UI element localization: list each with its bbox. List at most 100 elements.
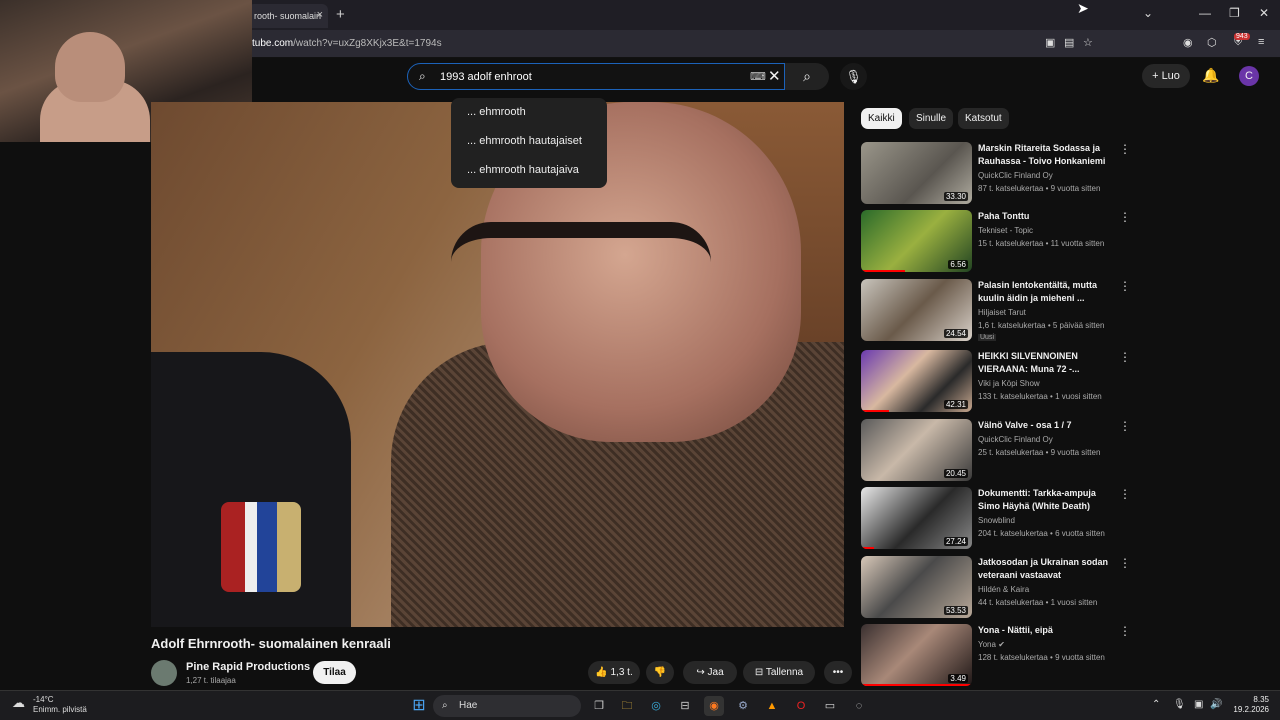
duration-badge: 42.31	[943, 400, 968, 409]
taskbar-search[interactable]: ⌕ Hae	[433, 695, 581, 717]
create-button[interactable]: + Luo	[1142, 64, 1190, 88]
search-icon: ⌕	[442, 700, 448, 711]
suggestion-item[interactable]: ... ehmrooth hautajaiset	[451, 133, 607, 162]
start-windows-icon[interactable]: ⊞	[409, 696, 429, 716]
clear-search-icon[interactable]: ✕	[768, 67, 781, 85]
channel-name[interactable]: Snowblind	[978, 516, 1015, 525]
video-thumbnail[interactable]: 27.24	[861, 487, 972, 549]
video-thumbnail[interactable]: 53.53	[861, 556, 972, 618]
obs-icon[interactable]: ◌	[849, 696, 869, 716]
video-title[interactable]: HEIKKI SILVENNOINEN VIERAANA: Muna 72 -.…	[978, 350, 1116, 376]
channel-name[interactable]: Tekniset - Topic	[978, 226, 1033, 235]
microphone-tray-icon[interactable]: 🎙	[1173, 699, 1186, 710]
browser-tab[interactable]: rooth- suomalain ×	[248, 4, 328, 28]
recommended-video[interactable]: 42.31 HEIKKI SILVENNOINEN VIERAANA: Muna…	[861, 350, 1131, 414]
minimize-button[interactable]: —	[1199, 6, 1211, 20]
chip-for-you[interactable]: Sinulle	[909, 108, 954, 129]
like-button[interactable]: 👍 1,3 t.	[588, 661, 640, 684]
task-view-icon[interactable]: ❐	[589, 696, 609, 716]
network-icon[interactable]: ▣	[1194, 699, 1203, 710]
menu-icon[interactable]: ≡	[1258, 36, 1264, 48]
keyboard-icon[interactable]: ⌨	[750, 70, 766, 83]
more-options-icon[interactable]: ⋮	[1119, 350, 1131, 364]
tab-list-icon[interactable]: ⌄	[1143, 6, 1153, 20]
steam-icon[interactable]: ⚙	[733, 696, 753, 716]
video-title[interactable]: Marskin Ritareita Sodassa ja Rauhassa - …	[978, 142, 1116, 168]
video-title[interactable]: Jatkosodan ja Ukrainan sodan veteraani v…	[978, 556, 1116, 582]
video-title[interactable]: Yona - Nättii, eipä	[978, 624, 1116, 637]
channel-name[interactable]: Hildén & Kaira	[978, 585, 1029, 594]
volume-icon[interactable]: 🔊	[1210, 699, 1222, 710]
duration-badge: 3.49	[948, 674, 968, 683]
vlc-icon[interactable]: ▲	[762, 696, 782, 716]
opera-icon[interactable]: O	[791, 696, 811, 716]
video-title[interactable]: Dokumentti: Tarkka-ampuja Simo Häyhä (Wh…	[978, 487, 1116, 513]
more-options-icon[interactable]: ⋮	[1119, 279, 1131, 293]
picture-icon[interactable]: ▣	[1045, 36, 1055, 49]
channel-avatar[interactable]	[151, 660, 177, 686]
subscribe-button[interactable]: Tilaa	[313, 661, 356, 684]
channel-name[interactable]: QuickClic Finland Oy	[978, 435, 1053, 444]
more-options-icon[interactable]: ⋮	[1119, 624, 1131, 638]
video-thumbnail[interactable]: 20.45	[861, 419, 972, 481]
tab-close-icon[interactable]: ×	[317, 9, 323, 21]
weather-widget[interactable]: ☁ -14°C Enimm. pilvistä	[12, 695, 87, 715]
channel-name[interactable]: QuickClic Finland Oy	[978, 171, 1053, 180]
video-title[interactable]: Palasin lentokentältä, mutta kuulin äidi…	[978, 279, 1116, 305]
terminal-icon[interactable]: ▭	[820, 696, 840, 716]
more-options-icon[interactable]: ⋮	[1119, 142, 1131, 156]
file-explorer-icon[interactable]: 🗀	[617, 696, 637, 716]
avatar[interactable]: C	[1239, 66, 1259, 86]
more-actions-button[interactable]: •••	[824, 661, 852, 684]
save-label: Tallenna	[765, 667, 804, 678]
voice-search-button[interactable]: 🎙	[840, 63, 867, 90]
tray-expand-icon[interactable]: ⌃	[1152, 699, 1160, 710]
suggestion-item[interactable]: ... ehmrooth	[451, 104, 607, 133]
store-icon[interactable]: ⊟	[675, 696, 695, 716]
video-thumbnail[interactable]: 3.49	[861, 624, 972, 686]
save-button[interactable]: ⊟ Tallenna	[743, 661, 815, 684]
chip-all[interactable]: Kaikki	[861, 108, 902, 129]
search-button[interactable]: ⌕	[785, 63, 829, 90]
share-button[interactable]: ↪ Jaa	[683, 661, 737, 684]
recommended-video[interactable]: 3.49 Yona - Nättii, eipä Yona ✔ 128 t. k…	[861, 624, 1131, 688]
url-text[interactable]: tube.com/watch?v=uxZg8XKjx3E&t=1794s	[252, 38, 442, 49]
video-thumbnail[interactable]: 6.56	[861, 210, 972, 272]
firefox-icon[interactable]: ◉	[704, 696, 724, 716]
more-options-icon[interactable]: ⋮	[1119, 419, 1131, 433]
clock[interactable]: 8.35 19.2.2026	[1229, 695, 1269, 715]
channel-name[interactable]: Yona ✔	[978, 640, 1005, 649]
video-thumbnail[interactable]: 42.31	[861, 350, 972, 412]
url-domain: tube.com	[252, 38, 294, 49]
extensions-icon[interactable]: ⬡	[1207, 36, 1217, 49]
chip-watched[interactable]: Katsotut	[958, 108, 1009, 129]
bookmark-star-icon[interactable]: ☆	[1083, 36, 1093, 49]
maximize-button[interactable]: ❐	[1229, 6, 1240, 20]
recommended-video[interactable]: 33.30 Marskin Ritareita Sodassa ja Rauha…	[861, 142, 1131, 206]
video-title[interactable]: Välnö Valve - osa 1 / 7	[978, 419, 1116, 432]
channel-name[interactable]: Viki ja Köpi Show	[978, 379, 1040, 388]
recommended-video[interactable]: 24.54 Palasin lentokentältä, mutta kuuli…	[861, 279, 1131, 343]
dislike-button[interactable]: 👎	[646, 661, 674, 684]
close-window-button[interactable]: ✕	[1259, 6, 1269, 20]
search-input[interactable]: 1993 adolf enhroot	[440, 71, 532, 83]
reader-icon[interactable]: ▤	[1064, 36, 1074, 49]
suggestion-item[interactable]: ... ehmrooth hautajaiva	[451, 162, 607, 191]
video-title[interactable]: Paha Tonttu	[978, 210, 1116, 223]
video-thumbnail[interactable]: 33.30	[861, 142, 972, 204]
more-options-icon[interactable]: ⋮	[1119, 556, 1131, 570]
account-icon[interactable]: ◉	[1183, 36, 1193, 49]
more-options-icon[interactable]: ⋮	[1119, 487, 1131, 501]
new-tab-button[interactable]: +	[336, 6, 345, 23]
search-box[interactable]: ⌕ 1993 adolf enhroot ⌨ ✕	[407, 63, 785, 90]
channel-name[interactable]: Pine Rapid Productions	[186, 661, 310, 673]
channel-name[interactable]: Hiljaiset Tarut	[978, 308, 1026, 317]
edge-browser-icon[interactable]: ◎	[646, 696, 666, 716]
recommended-video[interactable]: 20.45 Välnö Valve - osa 1 / 7 QuickClic …	[861, 419, 1131, 483]
recommended-video[interactable]: 53.53 Jatkosodan ja Ukrainan sodan veter…	[861, 556, 1131, 620]
video-thumbnail[interactable]: 24.54	[861, 279, 972, 341]
notifications-bell-icon[interactable]: 🔔	[1202, 67, 1219, 84]
recommended-video[interactable]: 6.56 Paha Tonttu Tekniset - Topic 15 t. …	[861, 210, 1131, 274]
more-options-icon[interactable]: ⋮	[1119, 210, 1131, 224]
recommended-video[interactable]: 27.24 Dokumentti: Tarkka-ampuja Simo Häy…	[861, 487, 1131, 551]
